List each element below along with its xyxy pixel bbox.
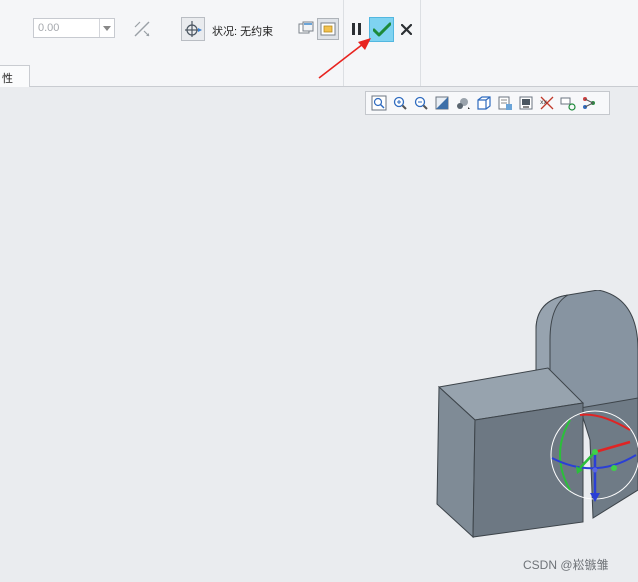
- saved-views-icon[interactable]: [496, 94, 514, 112]
- repaint-icon[interactable]: [433, 94, 451, 112]
- value-combo[interactable]: 0.00: [33, 18, 115, 38]
- tab-properties[interactable]: 性: [0, 65, 30, 87]
- move-component-icon[interactable]: [181, 17, 205, 41]
- datum-display-icon[interactable]: xx: [538, 94, 556, 112]
- zoom-fit-icon[interactable]: [370, 94, 388, 112]
- view-manager-icon[interactable]: [517, 94, 535, 112]
- annotation-arrow: [318, 38, 371, 79]
- svg-text:xx: xx: [540, 99, 548, 106]
- zoom-out-icon[interactable]: [412, 94, 430, 112]
- left-block-front: [472, 402, 584, 538]
- status-label: 状况: 无约束: [212, 26, 274, 38]
- flip-direction-icon[interactable]: [131, 18, 153, 40]
- view-toolbar: xx: [365, 91, 610, 115]
- close-icon[interactable]: [398, 21, 414, 37]
- watermark: CSDN @崧镞雏: [523, 558, 609, 572]
- value-combo-text: 0.00: [38, 22, 60, 34]
- annotation-icon[interactable]: [580, 94, 598, 112]
- spin-center-icon[interactable]: [559, 94, 577, 112]
- chevron-down-icon[interactable]: [99, 19, 114, 37]
- zoom-in-icon[interactable]: [391, 94, 409, 112]
- window-icon[interactable]: [296, 19, 316, 39]
- perspective-icon[interactable]: [454, 94, 472, 112]
- tab-label: 性: [2, 73, 13, 85]
- 3d-model[interactable]: [430, 290, 638, 545]
- display-style-icon[interactable]: [475, 94, 493, 112]
